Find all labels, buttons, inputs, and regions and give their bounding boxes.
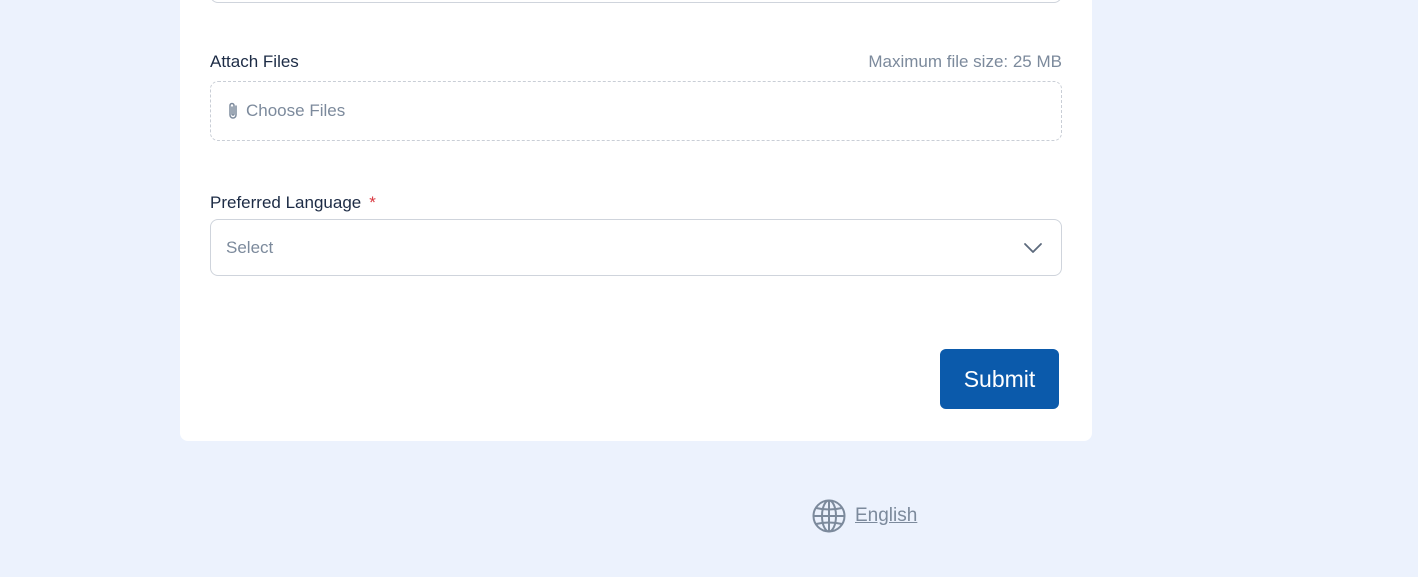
chevron-down-icon bbox=[1023, 242, 1043, 254]
choose-files-button[interactable]: Choose Files bbox=[246, 101, 345, 121]
attach-files-label: Attach Files bbox=[210, 52, 299, 71]
required-marker: * bbox=[369, 193, 376, 212]
globe-icon bbox=[811, 498, 847, 534]
language-link[interactable]: English bbox=[855, 505, 917, 527]
previous-field-input[interactable] bbox=[210, 0, 1062, 3]
language-switcher[interactable]: English bbox=[811, 498, 917, 534]
submit-button[interactable]: Submit bbox=[940, 349, 1059, 409]
file-upload-dropzone[interactable]: Choose Files bbox=[210, 81, 1062, 141]
select-placeholder: Select bbox=[226, 237, 274, 257]
preferred-language-select[interactable]: Select bbox=[210, 219, 1062, 276]
max-file-size-hint: Maximum file size: 25 MB bbox=[868, 52, 1062, 71]
preferred-language-label: Preferred Language * bbox=[210, 193, 376, 213]
preferred-language-label-text: Preferred Language bbox=[210, 193, 362, 212]
paperclip-icon bbox=[226, 101, 242, 121]
